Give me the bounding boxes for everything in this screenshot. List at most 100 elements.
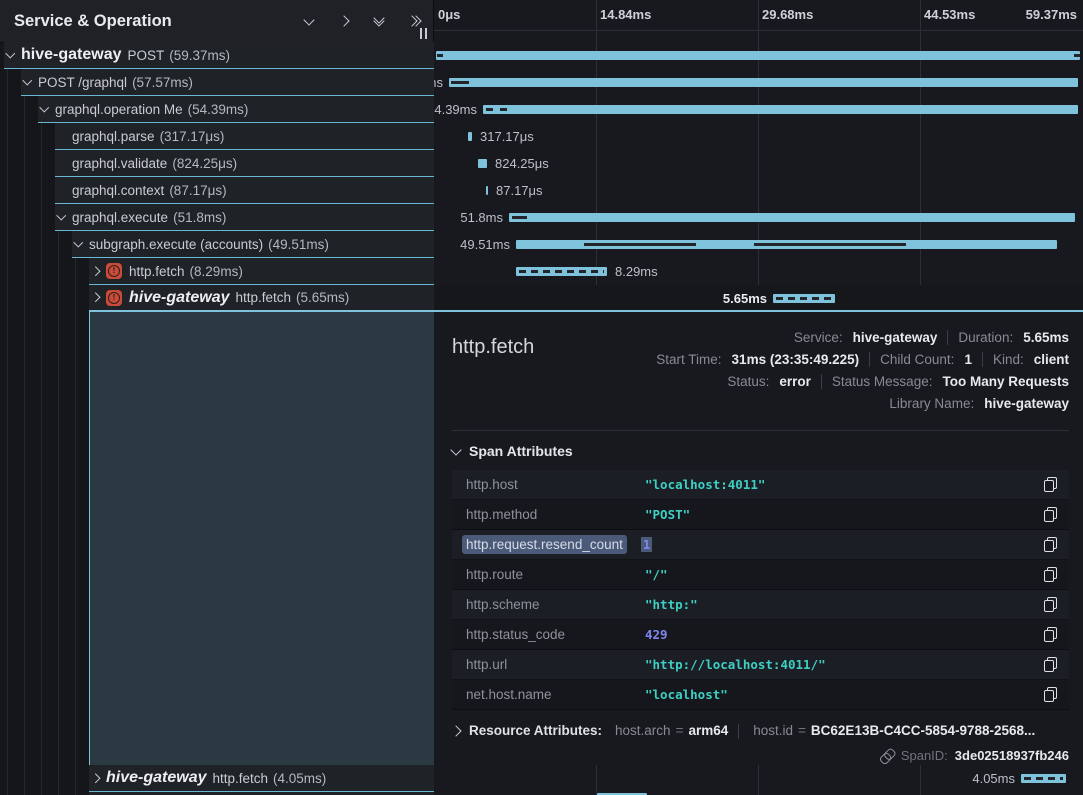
meta-separator	[982, 352, 983, 367]
pane-title: Service & Operation	[0, 12, 172, 31]
tree-row[interactable]: graphql.context(87.17μs)	[55, 177, 434, 204]
span-attributes-header[interactable]: Span Attributes	[452, 443, 1069, 459]
resource-key: host.id	[753, 723, 793, 738]
tree-row[interactable]: hive-gatewayhttp.fetch(4.05ms)	[89, 765, 434, 792]
copy-button[interactable]	[1041, 626, 1059, 644]
meta-value: 31ms (23:35:49.225)	[732, 352, 860, 367]
meta-separator	[869, 352, 870, 367]
resource-key: host.arch	[615, 723, 671, 738]
attribute-value: "/"	[645, 567, 1041, 582]
attribute-key: http.host	[466, 477, 645, 492]
tree-row[interactable]: subgraph.execute (accounts)(49.51ms)	[72, 231, 434, 258]
span-bar[interactable]	[516, 240, 1057, 249]
tree-row[interactable]: !http.fetch(8.29ms)	[89, 258, 434, 285]
ruler-tick: 59.37ms	[1026, 7, 1077, 22]
chevron-down-icon[interactable]	[302, 14, 316, 28]
tree-row[interactable]: graphql.validate(824.25μs)	[55, 150, 434, 177]
meta-label: Kind:	[993, 352, 1024, 367]
timeline-row[interactable]	[434, 42, 1083, 69]
span-operation-name: graphql.operation Me(54.39ms)	[55, 102, 248, 117]
chevron-right-icon[interactable]	[89, 268, 102, 275]
span-duration: (54.39ms)	[188, 102, 249, 117]
timeline-row[interactable]: 317.17μs	[434, 123, 1083, 150]
span-bar[interactable]	[773, 294, 835, 303]
bar-self-time-dash	[1074, 54, 1080, 57]
span-bar[interactable]	[486, 186, 488, 195]
bar-self-time-dash	[437, 54, 443, 57]
span-meta-line: Status:errorStatus Message:Too Many Requ…	[656, 370, 1069, 392]
link-icon	[877, 746, 897, 766]
chevron-right-icon[interactable]	[89, 294, 102, 301]
trace-viewer: 0μs14.84ms29.68ms44.53ms59.37ms 57.57ms5…	[0, 0, 1083, 795]
timeline-row[interactable]: 5.65ms	[434, 285, 1083, 312]
span-bar[interactable]	[1021, 774, 1066, 783]
copy-icon	[1044, 657, 1057, 672]
bar-duration-label: 8.29ms	[615, 258, 658, 285]
attribute-row: http.route"/"	[452, 560, 1069, 590]
attribute-value: "localhost"	[645, 687, 1041, 702]
attribute-row: http.method"POST"	[452, 500, 1069, 530]
span-bar[interactable]	[468, 132, 472, 141]
copy-button[interactable]	[1041, 506, 1059, 524]
timeline-row[interactable]: 51.8ms	[434, 204, 1083, 231]
span-meta-line: Service:hive-gatewayDuration:5.65ms	[656, 326, 1069, 348]
span-meta: Service:hive-gatewayDuration:5.65msStart…	[656, 326, 1069, 414]
resource-attributes-title: Resource Attributes:	[469, 723, 602, 738]
chevron-down-icon[interactable]	[55, 215, 68, 219]
span-bar[interactable]	[509, 213, 1075, 222]
chevron-down-icon[interactable]	[21, 80, 34, 84]
tree-row[interactable]: graphql.parse(317.17μs)	[55, 123, 434, 150]
ruler-tick: 44.53ms	[924, 7, 975, 22]
indent-guide	[24, 42, 25, 795]
span-bar[interactable]	[478, 159, 487, 168]
copy-button[interactable]	[1041, 566, 1059, 584]
chevron-down-icon[interactable]	[38, 107, 51, 111]
copy-button[interactable]	[1041, 476, 1059, 494]
timeline-row[interactable]: 54.39ms	[434, 96, 1083, 123]
meta-value: 1	[964, 352, 972, 367]
copy-button[interactable]	[1041, 686, 1059, 704]
attribute-key: http.request.resend_count	[462, 535, 627, 554]
meta-separator	[947, 330, 948, 345]
tree-row[interactable]: !hive-gatewayhttp.fetch(5.65ms)	[89, 285, 434, 312]
bar-duration-label: 317.17μs	[480, 123, 534, 150]
tree-row[interactable]: graphql.execute(51.8ms)	[55, 204, 434, 231]
chevron-down-icon[interactable]	[72, 242, 85, 246]
tree-row[interactable]: POST /graphql(57.57ms)	[21, 69, 434, 96]
span-operation-name: subgraph.execute (accounts)(49.51ms)	[89, 237, 329, 252]
chevron-right-icon[interactable]	[337, 14, 351, 28]
tree-row[interactable]: graphql.operation Me(54.39ms)	[38, 96, 434, 123]
timeline-row[interactable]: 57.57ms	[434, 69, 1083, 96]
bar-self-time-dash	[754, 243, 906, 246]
span-duration: (59.37ms)	[169, 48, 230, 63]
attribute-key: http.url	[466, 657, 645, 672]
copy-button[interactable]	[1041, 596, 1059, 614]
double-chevron-down-icon[interactable]	[372, 14, 386, 28]
pane-resize-handle[interactable]	[420, 28, 427, 39]
timeline-row[interactable]: 87.17μs	[434, 177, 1083, 204]
bar-duration-label: 57.57ms	[434, 69, 443, 96]
attribute-row: http.scheme"http:"	[452, 590, 1069, 620]
timeline-row[interactable]: 8.29ms	[434, 258, 1083, 285]
span-meta-line: Start Time:31ms (23:35:49.225)Child Coun…	[656, 348, 1069, 370]
span-bar[interactable]	[436, 51, 1080, 60]
span-attributes-title: Span Attributes	[469, 443, 573, 459]
chevron-down-icon[interactable]	[4, 53, 17, 57]
bar-self-time-dash	[500, 108, 507, 111]
double-chevron-right-icon[interactable]	[407, 14, 421, 28]
span-operation-name: graphql.parse(317.17μs)	[72, 129, 224, 144]
timeline-row[interactable]: 49.51ms	[434, 231, 1083, 258]
attribute-value: "http://localhost:4011/"	[645, 657, 1041, 672]
attribute-key: http.method	[466, 507, 645, 522]
span-bar[interactable]	[483, 105, 1078, 114]
timeline-row[interactable]: 4.05ms	[434, 765, 1083, 792]
timeline-row[interactable]: 824.25μs	[434, 150, 1083, 177]
span-bar[interactable]	[449, 78, 1078, 87]
copy-button[interactable]	[1041, 536, 1059, 554]
copy-button[interactable]	[1041, 656, 1059, 674]
attribute-value-selected: 1	[641, 537, 653, 552]
resource-attributes-row[interactable]: Resource Attributes: host.arch=arm64host…	[452, 723, 1069, 739]
span-bar[interactable]	[516, 267, 607, 276]
tree-row[interactable]: hive-gatewayPOST(59.37ms)	[4, 42, 434, 69]
chevron-right-icon[interactable]	[89, 775, 102, 782]
